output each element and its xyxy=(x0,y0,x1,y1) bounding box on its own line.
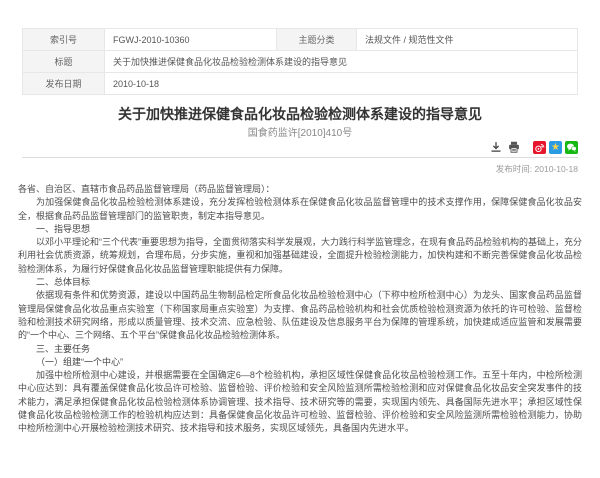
wechat-share-icon[interactable] xyxy=(565,141,578,154)
publish-time: 发布时间: 2010-10-18 xyxy=(0,164,600,175)
weibo-share-icon[interactable] xyxy=(533,141,546,154)
share-buttons: ★ xyxy=(533,141,578,154)
section-1-paragraph: 以邓小平理论和“三个代表”重要思想为指导，全面贯彻落实科学发展观，大力践行科学监… xyxy=(18,236,582,276)
index-label: 索引号 xyxy=(23,29,105,51)
subsection-heading: （一）组建“一个中心” xyxy=(18,356,582,369)
section-heading-1: 一、指导思想 xyxy=(18,223,582,236)
section-heading-3: 三、主要任务 xyxy=(18,343,582,356)
toolbar-divider: ★ xyxy=(22,140,578,158)
qzone-share-icon[interactable]: ★ xyxy=(549,141,562,154)
category-label: 主题分类 xyxy=(277,29,357,51)
date-label: 发布日期 xyxy=(23,73,105,95)
section-2-paragraph: 依据现有条件和优势资源，建设以中国药品生物制品检定所食品化妆品检验检测中心（下称… xyxy=(18,289,582,342)
title-label: 标题 xyxy=(23,51,105,73)
title-value: 关于加快推进保健食品化妆品检验检测体系建设的指导意见 xyxy=(105,51,578,73)
meta-row-date: 发布日期 2010-10-18 xyxy=(23,73,578,95)
download-icon[interactable] xyxy=(489,141,503,154)
salutation-line: 各省、自治区、直辖市食品药品监督管理局（药品监督管理局）： xyxy=(18,183,582,196)
document-number: 国食药监许[2010]410号 xyxy=(0,127,600,140)
intro-paragraph: 为加强保健食品化妆品检验检测体系建设，充分发挥检验检测体系在保健食品化妆品监督管… xyxy=(18,196,582,223)
toolbar: ★ xyxy=(22,140,578,154)
index-value: FGWJ-2010-10360 xyxy=(105,29,277,51)
date-value: 2010-10-18 xyxy=(105,73,578,95)
section-heading-2: 二、总体目标 xyxy=(18,276,582,289)
category-value: 法规文件 / 规范性文件 xyxy=(357,29,578,51)
document-meta-table: 索引号 FGWJ-2010-10360 主题分类 法规文件 / 规范性文件 标题… xyxy=(22,28,578,95)
document-body: 各省、自治区、直辖市食品药品监督管理局（药品监督管理局）： 为加强保健食品化妆品… xyxy=(18,183,582,436)
meta-row-index: 索引号 FGWJ-2010-10360 主题分类 法规文件 / 规范性文件 xyxy=(23,29,578,51)
page-title: 关于加快推进保健食品化妆品检验检测体系建设的指导意见 xyxy=(0,105,600,123)
section-3-paragraph: 加强中检所检测中心建设，并根据需要在全国确定6—8个检验机构，承担区域性保健食品… xyxy=(18,369,582,435)
meta-row-title: 标题 关于加快推进保健食品化妆品检验检测体系建设的指导意见 xyxy=(23,51,578,73)
document-page: { "meta": { "index_label": "索引号", "index… xyxy=(0,28,600,478)
print-icon[interactable] xyxy=(507,141,521,154)
